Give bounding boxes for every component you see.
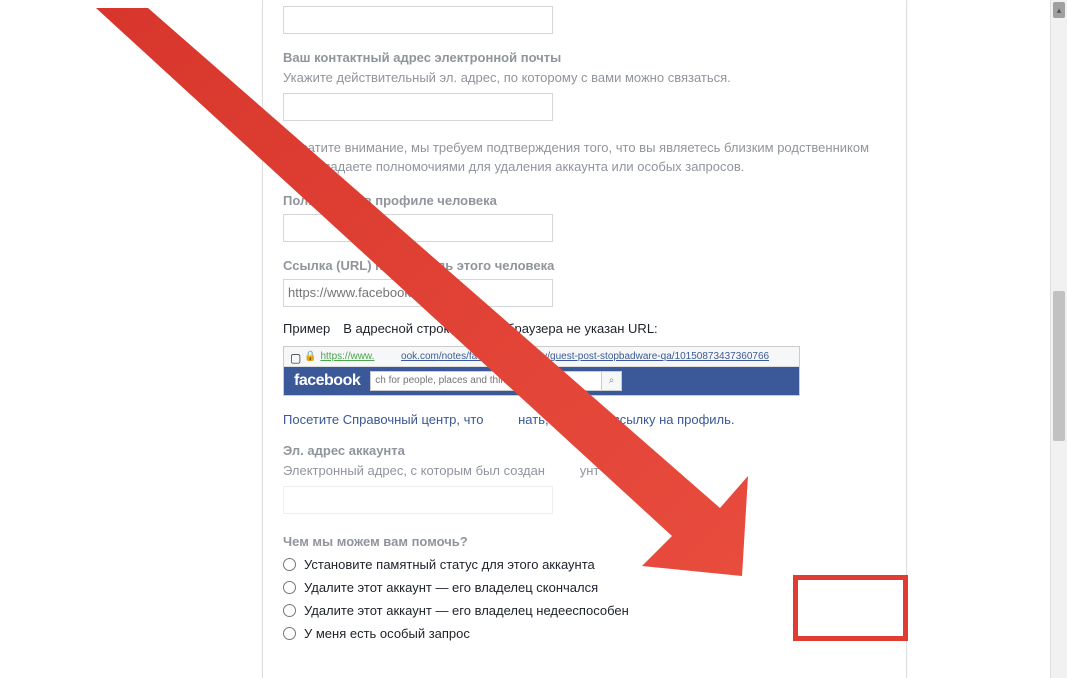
help-options: Установите памятный статус для этого акк… bbox=[283, 557, 886, 641]
help-question-label: Чем мы можем вам помочь? bbox=[283, 534, 886, 549]
option-special-request[interactable]: У меня есть особый запрос bbox=[283, 626, 886, 641]
fullname-label: Полное имя в профиле человека bbox=[283, 193, 886, 208]
example-note: ПримерxxВ адресной строке вашего браузер… bbox=[283, 321, 886, 336]
account-email-input[interactable] bbox=[283, 486, 553, 514]
radio-delete-incapacitated[interactable] bbox=[283, 604, 296, 617]
help-link-suffix: нать, как найти ссылку на профиль. bbox=[518, 412, 734, 427]
label-delete-incapacitated: Удалите этот аккаунт — его владелец неде… bbox=[304, 603, 629, 618]
help-link-prefix: Посетите Справочный центр, что bbox=[283, 412, 483, 427]
facebook-search-input bbox=[371, 375, 601, 386]
example-url: https://www.XXXXook.com/notes/facebook-s… bbox=[320, 351, 769, 362]
fullname-input[interactable] bbox=[283, 214, 553, 242]
contact-email-help: Укажите действительный эл. адрес, по кот… bbox=[283, 69, 886, 87]
facebook-header: facebook ⌕ bbox=[284, 367, 799, 395]
account-email-label: Эл. адрес аккаунта bbox=[283, 443, 886, 458]
help-center-link[interactable]: Посетите Справочный центр, чтоXXXXнать, … bbox=[283, 412, 886, 427]
contact-email-input[interactable] bbox=[283, 93, 553, 121]
vertical-scrollbar[interactable]: ▴ bbox=[1050, 0, 1067, 678]
label-delete-deceased: Удалите этот аккаунт — его владелец скон… bbox=[304, 580, 598, 595]
profile-url-label: Ссылка (URL) на профиль этого человека bbox=[283, 258, 886, 273]
lock-icon: 🔒 bbox=[304, 351, 316, 362]
browser-example: ▢ 🔒 https://www.XXXXook.com/notes/facebo… bbox=[283, 346, 800, 396]
page-icon: ▢ bbox=[290, 351, 300, 361]
name-input[interactable] bbox=[283, 6, 553, 34]
search-icon: ⌕ bbox=[601, 372, 622, 390]
facebook-search: ⌕ bbox=[370, 371, 622, 391]
scrollbar-arrow-up[interactable]: ▴ bbox=[1053, 2, 1065, 18]
card-body: Ваш контактный адрес электронной почты У… bbox=[263, 0, 906, 661]
radio-delete-deceased[interactable] bbox=[283, 581, 296, 594]
radio-special-request[interactable] bbox=[283, 627, 296, 640]
option-delete-deceased[interactable]: Удалите этот аккаунт — его владелец скон… bbox=[283, 580, 886, 595]
label-special-request: У меня есть особый запрос bbox=[304, 626, 470, 641]
scrollbar-thumb[interactable] bbox=[1053, 291, 1065, 441]
example-suffix: В адресной строке вашего браузера не ука… bbox=[343, 321, 657, 336]
facebook-logo: facebook bbox=[294, 372, 360, 390]
option-delete-incapacitated[interactable]: Удалите этот аккаунт — его владелец неде… bbox=[283, 603, 886, 618]
option-memorialize[interactable]: Установите памятный статус для этого акк… bbox=[283, 557, 886, 572]
label-memorialize: Установите памятный статус для этого акк… bbox=[304, 557, 595, 572]
verification-notice: Обратите внимание, мы требуем подтвержде… bbox=[283, 139, 886, 177]
account-email-help: Электронный адрес, с которым был созданX… bbox=[283, 462, 886, 480]
example-prefix: Пример bbox=[283, 321, 330, 336]
form-card: Ваш контактный адрес электронной почты У… bbox=[262, 0, 907, 678]
contact-email-label: Ваш контактный адрес электронной почты bbox=[283, 50, 886, 65]
radio-memorialize[interactable] bbox=[283, 558, 296, 571]
profile-url-input[interactable] bbox=[283, 279, 553, 307]
browser-address-bar: ▢ 🔒 https://www.XXXXook.com/notes/facebo… bbox=[284, 347, 799, 367]
